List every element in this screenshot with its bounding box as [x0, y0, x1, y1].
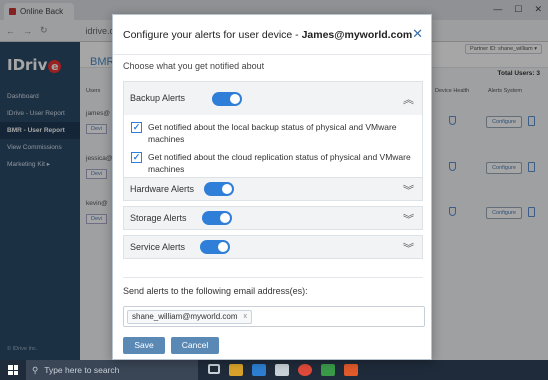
- chrome-icon[interactable]: [298, 364, 312, 376]
- taskbar-search[interactable]: ⚲ Type here to search: [26, 360, 198, 380]
- email-chip: shane_william@myworld.com x: [127, 310, 252, 324]
- storage-alerts-toggle[interactable]: [202, 211, 232, 225]
- screen: Online Back — ☐ ✕ ← → ↻ idrive.com/ IDri…: [0, 0, 548, 380]
- backup-alerts-label: Backup Alerts: [130, 93, 186, 103]
- email-recipients-label: Send alerts to the following email addre…: [123, 286, 308, 296]
- hardware-alerts-toggle[interactable]: [204, 182, 234, 196]
- taskbar-search-placeholder: Type here to search: [44, 365, 120, 375]
- edge-icon[interactable]: [252, 364, 266, 376]
- search-icon: ⚲: [32, 364, 39, 375]
- storage-alerts-section[interactable]: Storage Alerts ︾: [123, 206, 423, 230]
- dialog-title-email: James@myworld.com: [301, 29, 413, 41]
- dialog-subtitle: Choose what you get notified about: [123, 61, 265, 71]
- chevron-up-icon[interactable]: ︽: [403, 95, 414, 106]
- app-icon[interactable]: [321, 364, 335, 376]
- backup-alerts-toggle[interactable]: [212, 92, 242, 106]
- email-recipients-input[interactable]: shane_william@myworld.com x: [123, 306, 425, 327]
- file-explorer-icon[interactable]: [229, 364, 243, 376]
- start-button[interactable]: [0, 360, 26, 380]
- close-icon[interactable]: ✕: [412, 26, 423, 42]
- local-backup-checkbox[interactable]: ✓: [131, 122, 142, 133]
- service-alerts-label: Service Alerts: [130, 242, 186, 252]
- divider: [123, 277, 423, 278]
- storage-alerts-label: Storage Alerts: [130, 213, 187, 223]
- task-view-icon[interactable]: [208, 364, 220, 374]
- local-backup-option-label: Get notified about the local backup stat…: [148, 122, 397, 144]
- windows-logo-icon: [8, 365, 18, 375]
- service-alerts-section[interactable]: Service Alerts ︾: [123, 235, 423, 259]
- cancel-button[interactable]: Cancel: [171, 337, 219, 354]
- save-button[interactable]: Save: [123, 337, 165, 354]
- configure-alerts-dialog: Configure your alerts for user device - …: [112, 14, 432, 360]
- store-icon[interactable]: [275, 364, 289, 376]
- backup-alerts-options: ✓ Get notified about the local backup st…: [123, 115, 423, 185]
- chevron-down-icon[interactable]: ︾: [403, 215, 414, 226]
- taskbar-apps: [208, 364, 358, 376]
- hardware-alerts-section[interactable]: Hardware Alerts ︾: [123, 177, 423, 201]
- chevron-down-icon[interactable]: ︾: [403, 244, 414, 255]
- cloud-replication-option-label: Get notified about the cloud replication…: [148, 152, 411, 174]
- hardware-alerts-label: Hardware Alerts: [130, 184, 195, 194]
- service-alerts-toggle[interactable]: [200, 240, 230, 254]
- cloud-replication-checkbox[interactable]: ✓: [131, 152, 142, 163]
- backup-alerts-section[interactable]: Backup Alerts ︽: [123, 81, 423, 116]
- chevron-down-icon[interactable]: ︾: [403, 186, 414, 197]
- dialog-title: Configure your alerts for user device - …: [123, 29, 413, 41]
- email-chip-value: shane_william@myworld.com: [132, 312, 238, 321]
- taskbar: ⚲ Type here to search: [0, 360, 548, 380]
- app-icon[interactable]: [344, 364, 358, 376]
- dialog-header: Configure your alerts for user device - …: [113, 15, 431, 55]
- remove-email-icon[interactable]: x: [243, 311, 247, 323]
